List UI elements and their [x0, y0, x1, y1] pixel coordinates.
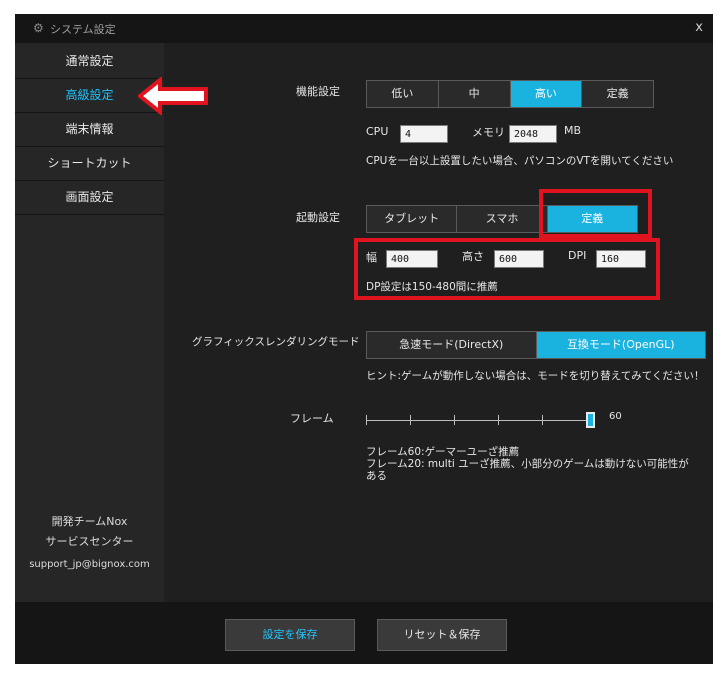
slider-thumb[interactable] [586, 412, 595, 428]
graphics-label: グラフィックスレンダリングモード [192, 336, 360, 348]
cpu-field[interactable]: 4 [400, 125, 448, 143]
dpi-hint: DP設定は150-480間に推薦 [366, 281, 498, 293]
settings-panel: 機能設定 低い 中 高い 定義 CPU 4 メモリ 2048 MB CPUを一台… [164, 43, 713, 602]
startup-option-tablet[interactable]: タブレット [367, 206, 458, 232]
frame-hint-line2: フレーム20: multi ユーざ推薦、小部分のゲームは動けない可能性が [366, 458, 689, 470]
save-settings-button[interactable]: 設定を保存 [225, 619, 355, 651]
performance-option-custom[interactable]: 定義 [582, 81, 653, 107]
dpi-field[interactable]: 160 [596, 250, 646, 268]
support-center-label: サービスセンター [45, 535, 134, 548]
startup-selector: タブレット スマホ 定義 [366, 205, 638, 233]
width-field[interactable]: 400 [386, 250, 438, 268]
slider-tick [542, 415, 543, 425]
performance-option-low[interactable]: 低い [367, 81, 439, 107]
reset-save-button[interactable]: リセット＆保存 [377, 619, 507, 651]
startup-label: 起動設定 [296, 211, 340, 224]
performance-option-mid[interactable]: 中 [439, 81, 511, 107]
slider-tick [366, 415, 367, 425]
slider-tick [410, 415, 411, 425]
slider-track[interactable] [366, 420, 594, 421]
window-title: システム設定 [50, 23, 116, 36]
frame-hint-line3: ある [366, 470, 387, 482]
graphics-option-directx[interactable]: 急速モード(DirectX) [367, 332, 537, 358]
graphics-hint: ヒント:ゲームが動作しない場合は、モードを切り替えてみてください！ [366, 370, 705, 382]
title-bar: ⚙ システム設定 x [15, 14, 713, 43]
slider-tick [498, 415, 499, 425]
sidebar-item-shortcuts[interactable]: ショートカット [15, 147, 164, 181]
memory-label: メモリ [472, 126, 505, 139]
performance-label: 機能設定 [296, 85, 340, 98]
cpu-label: CPU [366, 125, 389, 138]
close-button[interactable]: x [695, 20, 703, 35]
height-field[interactable]: 600 [494, 250, 544, 268]
performance-selector: 低い 中 高い 定義 [366, 80, 654, 108]
width-label: 幅 [366, 251, 377, 264]
dev-team-label: 開発チームNox [51, 515, 128, 528]
memory-unit: MB [564, 124, 582, 137]
gear-icon: ⚙ [33, 21, 44, 35]
memory-field[interactable]: 2048 [509, 125, 557, 143]
support-email[interactable]: support_jp@bignox.com [15, 559, 164, 570]
bottom-bar: 設定を保存 リセット＆保存 [15, 602, 713, 664]
graphics-selector: 急速モード(DirectX) 互換モード(OpenGL) [366, 331, 706, 359]
dpi-label: DPI [568, 249, 587, 262]
vt-hint: CPUを一台以上設置したい場合、パソコンのVTを開いてください [366, 155, 674, 167]
graphics-option-opengl[interactable]: 互換モード(OpenGL) [536, 332, 705, 358]
startup-option-custom[interactable]: 定義 [547, 206, 637, 232]
sidebar-item-device-info[interactable]: 端末情報 [15, 113, 164, 147]
sidebar-item-display[interactable]: 画面設定 [15, 181, 164, 215]
settings-window: ⚙ システム設定 x 通常設定 高級設定 端末情報 ショートカット 画面設定 開… [15, 14, 713, 664]
height-label: 高さ [462, 250, 484, 263]
sidebar: 通常設定 高級設定 端末情報 ショートカット 画面設定 開発チームNox サービ… [15, 43, 164, 602]
performance-option-high[interactable]: 高い [510, 81, 583, 107]
startup-option-phone[interactable]: スマホ [457, 206, 548, 232]
frame-value: 60 [609, 411, 622, 422]
pointer-arrow-icon [138, 77, 208, 115]
frame-label: フレーム [290, 412, 334, 425]
slider-tick [454, 415, 455, 425]
sidebar-item-general[interactable]: 通常設定 [15, 45, 164, 79]
